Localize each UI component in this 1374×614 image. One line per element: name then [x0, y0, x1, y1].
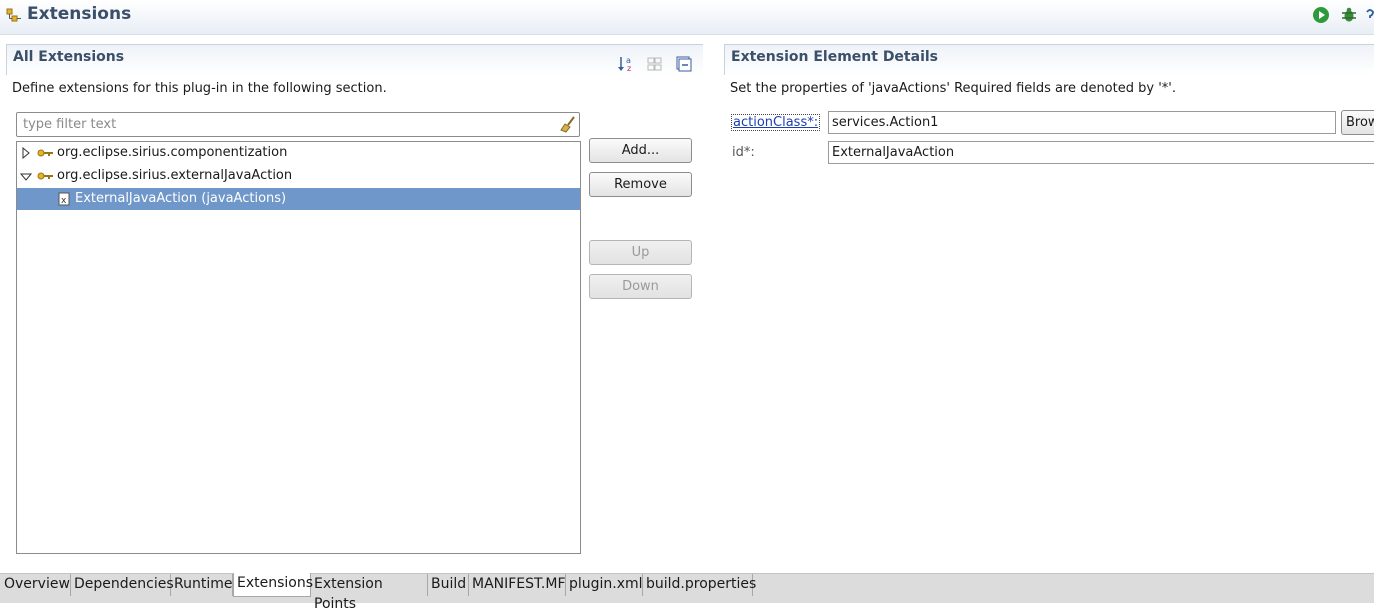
element-icon: x — [58, 192, 70, 210]
expand-arrow-icon[interactable] — [21, 146, 31, 163]
down-button[interactable]: Down — [589, 274, 692, 299]
tab-manifest[interactable]: MANIFEST.MF — [469, 574, 566, 596]
id-label: id*: — [732, 145, 755, 160]
tab-runtime[interactable]: Runtime — [171, 574, 233, 596]
extension-point-icon — [37, 170, 55, 186]
tab-extension-points[interactable]: Extension Points — [311, 574, 428, 612]
section-title: Extension Element Details — [731, 49, 938, 65]
details-description: Set the properties of 'javaActions' Requ… — [730, 81, 1176, 96]
element-details-section-head: Extension Element Details — [724, 44, 1374, 75]
extensions-icon — [6, 8, 22, 28]
all-extensions-section-head: All Extensions a z — [6, 44, 703, 75]
tab-build[interactable]: Build — [428, 574, 469, 596]
tab-overview[interactable]: Overview — [1, 574, 71, 596]
collapse-all-icon[interactable] — [675, 55, 693, 77]
id-field[interactable]: ExternalJavaAction — [828, 141, 1374, 164]
tree-item-selected[interactable]: x ExternalJavaAction (javaActions) — [17, 188, 580, 210]
action-class-link-focus[interactable]: actionClass*: — [731, 114, 821, 131]
add-button[interactable]: Add... — [589, 138, 692, 163]
clear-filter-icon[interactable] — [559, 115, 577, 137]
browse-button[interactable]: Browse... — [1341, 110, 1374, 135]
extension-point-icon — [37, 147, 55, 163]
tree-item[interactable]: org.eclipse.sirius.componentization — [17, 142, 580, 164]
editor-tab-bar: Overview Dependencies Runtime Extensions… — [0, 573, 1374, 612]
tab-plugin-xml[interactable]: plugin.xml — [566, 574, 643, 596]
section-description: Define extensions for this plug-in in th… — [12, 81, 387, 96]
collapse-arrow-icon[interactable] — [19, 171, 33, 186]
page-title: Extensions — [27, 4, 132, 24]
svg-text:z: z — [627, 64, 631, 73]
section-title: All Extensions — [13, 49, 125, 65]
debug-icon[interactable] — [1340, 6, 1358, 24]
tab-extensions[interactable]: Extensions — [233, 573, 313, 597]
tree-item-label: org.eclipse.sirius.externalJavaAction — [57, 168, 293, 183]
tree-item-label: org.eclipse.sirius.componentization — [57, 145, 288, 160]
action-class-field[interactable]: services.Action1 — [828, 111, 1336, 134]
sort-alphabetically-icon[interactable]: a z — [618, 55, 636, 77]
help-icon[interactable] — [1366, 6, 1374, 24]
tab-dependencies[interactable]: Dependencies — [71, 574, 174, 596]
up-button[interactable]: Up — [589, 240, 692, 265]
filter-input[interactable] — [21, 113, 555, 136]
show-details-icon[interactable] — [646, 55, 664, 77]
extensions-tree[interactable]: org.eclipse.sirius.componentization org.… — [16, 141, 581, 554]
action-class-link[interactable]: actionClass*: — [733, 115, 818, 130]
tab-build-properties[interactable]: build.properties — [643, 574, 756, 596]
form-header: Extensions — [0, 0, 1374, 35]
run-icon[interactable] — [1312, 6, 1330, 24]
filter-field[interactable] — [16, 112, 580, 137]
tree-item-label: ExternalJavaAction (javaActions) — [75, 191, 287, 206]
svg-text:x: x — [61, 196, 67, 206]
tree-item[interactable]: org.eclipse.sirius.externalJavaAction — [17, 165, 580, 187]
remove-button[interactable]: Remove — [589, 172, 692, 197]
